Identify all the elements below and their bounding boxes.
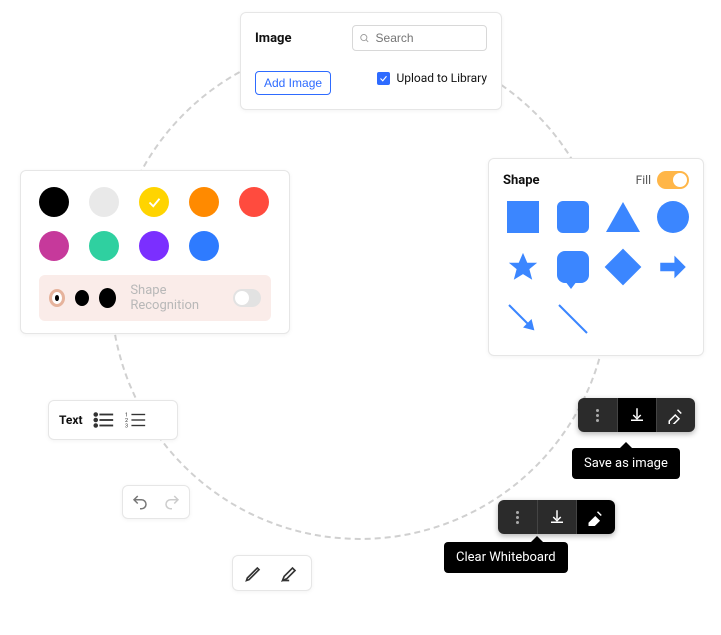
pen-tools-panel	[232, 555, 312, 591]
shape-star[interactable]	[503, 247, 543, 287]
numbered-list-icon[interactable]: 123	[125, 409, 147, 431]
color-swatch-yellow-selected[interactable]	[139, 187, 169, 217]
color-swatch-purple[interactable]	[139, 231, 169, 261]
redo-icon[interactable]	[163, 493, 181, 511]
add-image-button[interactable]: Add Image	[255, 71, 331, 95]
fill-label: Fill	[636, 173, 651, 187]
upload-label: Upload to Library	[396, 71, 487, 85]
shape-triangle[interactable]	[603, 197, 643, 237]
color-swatch-magenta[interactable]	[39, 231, 69, 261]
shape-recognition-toggle[interactable]	[233, 289, 261, 307]
image-search-input[interactable]	[352, 25, 487, 51]
pen-icon[interactable]	[244, 563, 264, 583]
shape-panel-title: Shape	[503, 173, 540, 188]
bulleted-list-icon[interactable]	[93, 409, 115, 431]
color-swatch-teal[interactable]	[89, 231, 119, 261]
clear-whiteboard-button[interactable]	[657, 398, 695, 432]
save-as-image-button[interactable]	[537, 500, 577, 534]
color-swatch-black[interactable]	[39, 187, 69, 217]
stroke-width-thick[interactable]	[99, 288, 116, 308]
shape-panel: Shape Fill	[488, 158, 704, 356]
color-swatch-red[interactable]	[239, 187, 269, 217]
clear-whiteboard-button-active[interactable]	[577, 500, 615, 534]
shape-line-arrow[interactable]	[503, 299, 543, 339]
stroke-width-medium[interactable]	[75, 290, 89, 306]
more-options-button-2[interactable]	[498, 500, 537, 534]
search-icon	[359, 32, 370, 44]
checkbox-checked-icon	[377, 72, 390, 85]
stroke-and-recognition-row: Shape Recognition	[39, 275, 271, 321]
shape-arrow-right[interactable]	[653, 247, 693, 287]
shape-line[interactable]	[553, 299, 593, 339]
whiteboard-actions-toolbar-save	[578, 398, 695, 432]
stroke-width-thin-selected[interactable]	[49, 289, 65, 307]
text-panel-title: Text	[59, 413, 83, 427]
fill-toggle[interactable]	[657, 171, 689, 189]
clear-whiteboard-tooltip: Clear Whiteboard	[444, 542, 568, 573]
save-as-image-tooltip: Save as image	[572, 448, 680, 479]
save-as-image-button-active[interactable]	[617, 398, 657, 432]
image-panel: Image Add Image Upload to Library	[240, 12, 502, 110]
upload-to-library-checkbox[interactable]: Upload to Library	[377, 71, 487, 85]
shape-circle[interactable]	[653, 197, 693, 237]
text-panel: Text 123	[48, 400, 178, 440]
shape-speech-bubble[interactable]	[553, 247, 593, 287]
highlighter-icon[interactable]	[280, 563, 300, 583]
more-options-button[interactable]	[578, 398, 617, 432]
undo-icon[interactable]	[131, 493, 149, 511]
color-swatch-gray[interactable]	[89, 187, 119, 217]
color-swatch-blue[interactable]	[189, 231, 219, 261]
color-swatch-grid	[39, 187, 271, 261]
color-panel: Shape Recognition	[20, 170, 290, 334]
shape-recognition-label: Shape Recognition	[130, 283, 223, 313]
svg-text:3: 3	[125, 423, 128, 429]
shape-diamond[interactable]	[603, 247, 643, 287]
shape-rounded-square[interactable]	[553, 197, 593, 237]
image-panel-title: Image	[255, 31, 291, 46]
whiteboard-actions-toolbar-clear	[498, 500, 615, 534]
undo-redo-panel	[122, 485, 190, 519]
image-search-field[interactable]	[374, 30, 480, 46]
shape-square[interactable]	[503, 197, 543, 237]
color-swatch-orange[interactable]	[189, 187, 219, 217]
